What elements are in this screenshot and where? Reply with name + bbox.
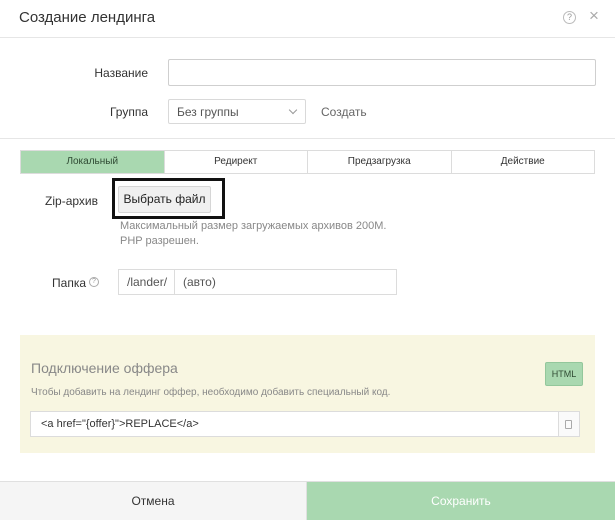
php-hint: PHP разрешен. <box>120 235 199 247</box>
offer-code-input[interactable]: <a href="{offer}">REPLACE</a> <box>30 411 559 437</box>
save-button[interactable]: Сохранить <box>307 482 615 520</box>
copy-button[interactable] <box>559 411 580 437</box>
close-icon[interactable]: × <box>589 7 599 24</box>
folder-prefix: /lander/ <box>118 269 174 295</box>
folder-label: Папка <box>52 276 86 290</box>
dialog-header: Создание лендинга ? × <box>0 0 615 38</box>
divider <box>0 138 615 139</box>
choose-file-button[interactable]: Выбрать файл <box>118 186 211 213</box>
zip-label: Zip-архив <box>45 194 98 208</box>
folder-input[interactable]: (авто) <box>174 269 397 295</box>
name-input[interactable] <box>168 59 596 86</box>
offer-panel: Подключение оффера Чтобы добавить на лен… <box>20 335 595 453</box>
offer-description: Чтобы добавить на лендинг оффер, необход… <box>31 387 391 398</box>
cancel-button[interactable]: Отмена <box>0 482 307 520</box>
help-icon[interactable]: ? <box>563 11 576 24</box>
create-landing-dialog: Создание лендинга ? × Название Группа Бе… <box>0 0 615 520</box>
tab-redirect[interactable]: Редирект <box>164 151 308 173</box>
dialog-title: Создание лендинга <box>19 9 156 26</box>
group-select[interactable]: Без группы <box>168 99 306 124</box>
chevron-down-icon <box>288 105 298 115</box>
dialog-footer: Отмена Сохранить <box>0 481 615 520</box>
tab-preload[interactable]: Предзагрузка <box>308 151 452 173</box>
copy-icon <box>565 420 572 429</box>
tab-local[interactable]: Локальный <box>21 151 165 173</box>
upload-hint: Максимальный размер загружаемых архивов … <box>120 220 387 232</box>
create-group-link[interactable]: Создать <box>321 105 367 119</box>
tab-action[interactable]: Действие <box>451 151 594 173</box>
group-label: Группа <box>109 105 148 119</box>
group-select-value: Без группы <box>177 105 239 119</box>
html-button[interactable]: HTML <box>545 362 583 386</box>
folder-help-icon[interactable]: ? <box>89 277 99 287</box>
offer-title: Подключение оффера <box>31 360 178 376</box>
name-label: Название <box>94 66 148 80</box>
tab-bar: Локальный Редирект Предзагрузка Действие <box>20 150 595 174</box>
